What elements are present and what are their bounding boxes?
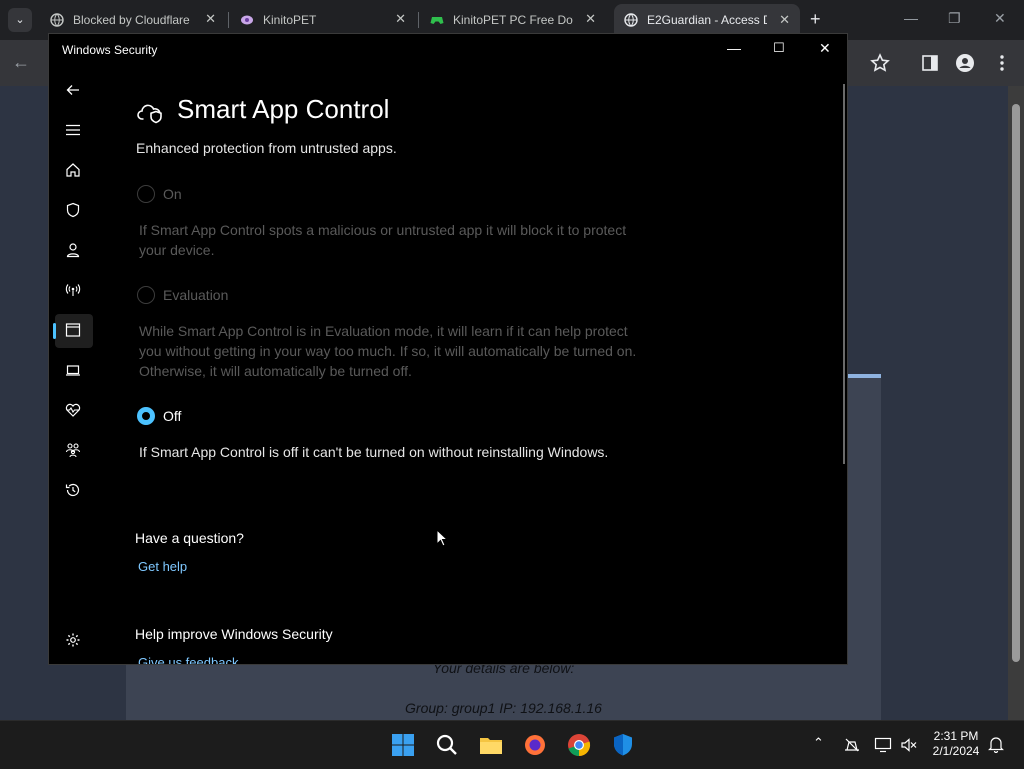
radio-button-selected[interactable] [137, 407, 155, 425]
radio-button[interactable] [137, 185, 155, 203]
improve-heading: Help improve Windows Security [135, 626, 333, 642]
cloud-shield-icon [137, 104, 162, 124]
tab-close-icon[interactable]: ✕ [205, 11, 216, 27]
windows-start-icon[interactable] [389, 731, 417, 759]
taskbar: ⌃ 2:31 PM 2/1/2024 [0, 720, 1024, 769]
home-icon [66, 163, 80, 177]
tab-close-icon[interactable]: ✕ [395, 11, 406, 27]
globe-icon [50, 13, 64, 27]
page-scrollbar[interactable] [1008, 86, 1024, 720]
settings-gear-icon[interactable] [65, 632, 81, 648]
page-heading: Smart App Control [137, 94, 657, 134]
question-heading: Have a question? [135, 530, 244, 546]
nav-family-options[interactable] [55, 434, 93, 468]
tab-title: Blocked by Cloudflare [73, 13, 190, 27]
person-icon [66, 243, 80, 258]
browser-close-icon[interactable]: ✕ [994, 10, 1006, 27]
history-icon [65, 483, 80, 497]
tab-close-icon[interactable]: ✕ [779, 12, 790, 28]
chrome-icon[interactable] [565, 731, 593, 759]
page-title: Smart App Control [177, 94, 390, 124]
minimize-icon[interactable]: — [727, 40, 741, 56]
heart-pulse-icon [65, 403, 81, 417]
nav-virus-protection[interactable] [55, 194, 93, 228]
profile-icon[interactable] [955, 53, 975, 73]
option-description: If Smart App Control spots a malicious o… [139, 222, 627, 258]
nav-menu-button[interactable] [55, 114, 93, 148]
windows-security-icon[interactable] [609, 731, 637, 759]
laptop-icon [66, 365, 80, 376]
clock-time: 2:31 PM [933, 729, 979, 743]
get-help-link[interactable]: Get help [138, 559, 187, 574]
page-subtitle: Enhanced protection from untrusted apps. [136, 140, 397, 156]
display-icon[interactable] [874, 737, 892, 753]
browser-tab[interactable]: KinitoPET PC Free Dow ✕ [420, 6, 606, 34]
radio-button[interactable] [137, 286, 155, 304]
nav-home[interactable] [55, 154, 93, 188]
nav-firewall[interactable] [55, 274, 93, 308]
back-arrow-icon [66, 85, 79, 95]
tab-close-icon[interactable]: ✕ [585, 11, 596, 27]
nav-protection-history[interactable] [55, 474, 93, 508]
navigation-rail [49, 74, 95, 664]
window-title: Windows Security [62, 43, 158, 57]
group-ip-text: Group: group1 IP: 192.168.1.16 [405, 700, 602, 716]
clock-date: 2/1/2024 [932, 744, 980, 758]
hamburger-icon [66, 124, 80, 136]
nav-device-security[interactable] [55, 354, 93, 388]
back-arrow-icon[interactable]: ← [12, 52, 30, 73]
tab-title: E2Guardian - Access D [647, 13, 767, 27]
tab-search-button[interactable]: ⌄ [8, 8, 32, 32]
browser-minimize-icon[interactable]: — [904, 10, 918, 26]
option-description: While Smart App Control is in Evaluation… [139, 323, 637, 379]
tab-title: KinitoPET [263, 13, 317, 27]
globe-icon [624, 13, 638, 27]
nav-app-browser-control[interactable] [53, 314, 93, 348]
tab-separator [228, 12, 229, 28]
browser-tab[interactable]: KinitoPET ✕ [230, 6, 416, 34]
new-tab-plus-icon[interactable]: + [810, 9, 821, 29]
more-menu-icon[interactable] [992, 53, 1012, 73]
tab-title: KinitoPET PC Free Dow [453, 13, 573, 27]
wifi-antenna-icon [65, 284, 81, 296]
radio-label: Evaluation [163, 287, 229, 303]
content-scrollbar[interactable] [843, 84, 845, 464]
scrollbar-thumb[interactable] [1012, 104, 1020, 662]
browser-tab[interactable]: Blocked by Cloudflare ✕ [40, 6, 226, 34]
system-clock[interactable]: 2:31 PM 2/1/2024 [928, 729, 984, 759]
bookmark-star-icon[interactable] [870, 53, 890, 73]
file-explorer-icon[interactable] [477, 731, 505, 759]
nav-account-protection[interactable] [55, 234, 93, 268]
chevron-up-icon[interactable]: ⌃ [813, 735, 824, 751]
firefox-icon[interactable] [521, 731, 549, 759]
windows-security-window: Windows Security — ☐ ✕ Smart App Control… [48, 33, 848, 665]
gamepad-icon [430, 17, 444, 24]
speaker-muted-icon[interactable] [900, 737, 918, 753]
mouse-cursor-icon [436, 529, 448, 547]
notification-bell-icon[interactable] [988, 735, 1004, 753]
search-icon[interactable] [433, 731, 461, 759]
family-icon [65, 443, 81, 458]
radio-label: Off [163, 408, 182, 424]
option-description: If Smart App Control is off it can't be … [139, 444, 609, 460]
tab-separator [418, 12, 419, 28]
radio-label: On [163, 186, 182, 202]
close-icon[interactable]: ✕ [819, 40, 831, 57]
side-panel-icon[interactable] [920, 53, 940, 73]
shield-icon [66, 202, 80, 218]
kinito-icon [241, 15, 253, 25]
network-offline-icon[interactable] [843, 737, 861, 753]
app-browser-icon [65, 323, 81, 337]
feedback-link[interactable]: Give us feedback [138, 655, 238, 664]
maximize-icon[interactable]: ☐ [773, 40, 785, 56]
nav-device-performance[interactable] [55, 394, 93, 428]
browser-restore-icon[interactable]: ❐ [948, 10, 961, 27]
nav-back-button[interactable] [55, 74, 93, 108]
